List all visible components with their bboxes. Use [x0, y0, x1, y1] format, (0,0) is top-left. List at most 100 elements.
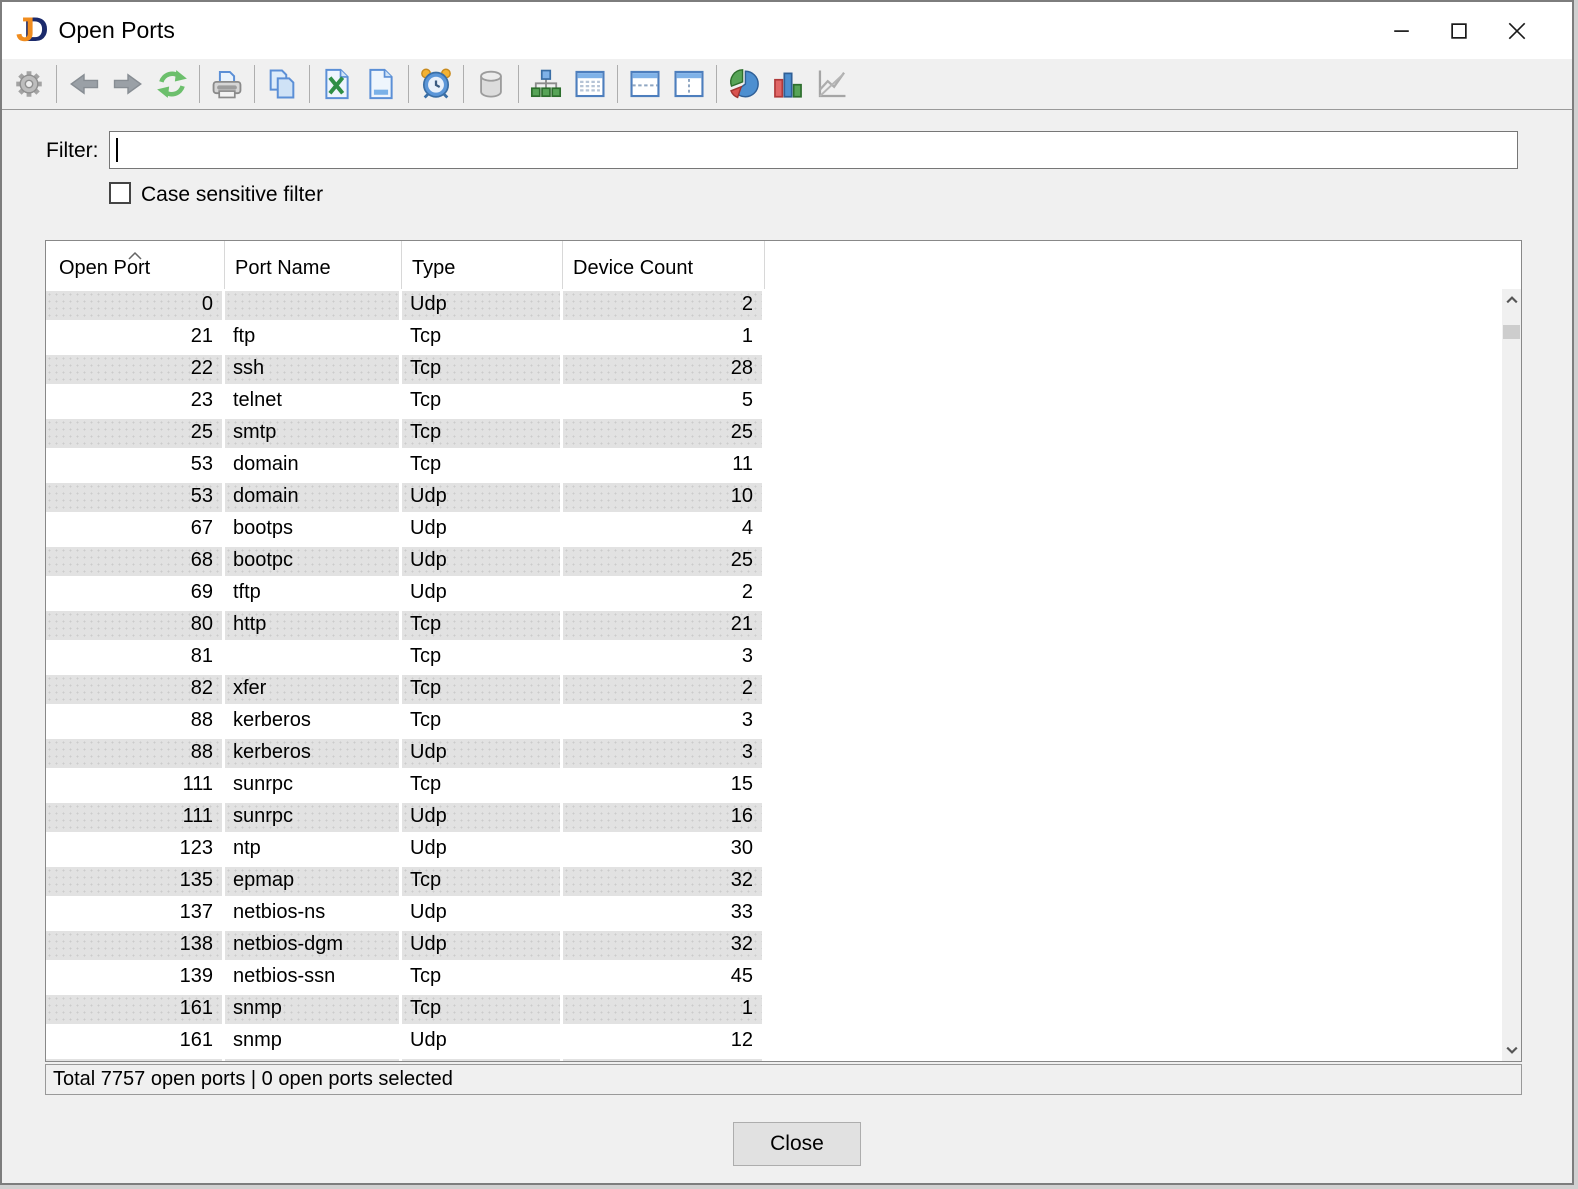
port-name-cell: kerberos: [225, 737, 402, 769]
app-logo: J D: [16, 11, 48, 50]
back-button[interactable]: [62, 62, 106, 106]
table-row[interactable]: 161 snmp Udp 12: [46, 1025, 1521, 1057]
table-row[interactable]: 81 Tcp 3: [46, 641, 1521, 673]
type-cell: Udp: [402, 897, 563, 929]
device-count-cell: 2: [563, 577, 765, 609]
table-row[interactable]: 68 bootpc Udp 25: [46, 545, 1521, 577]
report-document-icon: [369, 68, 393, 100]
device-count-cell: 25: [563, 417, 765, 449]
scroll-up-button[interactable]: [1502, 291, 1521, 309]
port-name-cell: [225, 641, 402, 673]
table-row[interactable]: 88 kerberos Tcp 3: [46, 705, 1521, 737]
scroll-down-button[interactable]: [1502, 1041, 1521, 1059]
type-cell: Tcp: [402, 385, 563, 417]
device-count-cell: 30: [563, 833, 765, 865]
print-icon: [212, 70, 242, 99]
table-row[interactable]: 135 epmap Tcp 32: [46, 865, 1521, 897]
title-bar: J D Open Ports: [2, 2, 1572, 59]
type-cell: Udp: [402, 737, 563, 769]
column-header-label: Port Name: [235, 257, 331, 279]
copy-button[interactable]: [260, 62, 304, 106]
vertical-scrollbar[interactable]: [1502, 289, 1521, 1061]
table-row[interactable]: 137 netbios-ns Udp 33: [46, 897, 1521, 929]
print-button[interactable]: [205, 62, 249, 106]
open-port-cell: 161: [46, 1025, 225, 1057]
table-row[interactable]: 53 domain Tcp 11: [46, 449, 1521, 481]
open-port-cell: 137: [46, 897, 225, 929]
split-vertical-button[interactable]: [667, 62, 711, 106]
port-name-cell: http: [225, 609, 402, 641]
table-row[interactable]: 138 netbios-dgm Udp 32: [46, 929, 1521, 961]
maximize-button[interactable]: [1430, 2, 1488, 59]
column-header-open-port[interactable]: Open Port: [46, 241, 225, 289]
row-filler: [765, 641, 1521, 673]
table-row[interactable]: 161 snmp Tcp 1: [46, 993, 1521, 1025]
case-sensitive-checkbox[interactable]: [109, 182, 131, 204]
row-filler: [765, 961, 1521, 993]
table-body: 0 Udp 2 21 ftp Tcp 1 22 ssh Tcp 28 23 telnet Tcp 5 25 sm…: [46, 289, 1521, 1061]
table-row[interactable]: 111 sunrpc Udp 16: [46, 801, 1521, 833]
table-row[interactable]: 123 ntp Udp 30: [46, 833, 1521, 865]
type-cell: Tcp: [402, 449, 563, 481]
port-name-cell: netbios-ssn: [225, 961, 402, 993]
table-row[interactable]: 69 tftp Udp 2: [46, 577, 1521, 609]
report-document-button[interactable]: [359, 62, 403, 106]
open-port-cell: 161: [46, 993, 225, 1025]
table-header: Open Port Port Name Type Device Count: [46, 241, 1521, 289]
table-row[interactable]: 80 http Tcp 21: [46, 609, 1521, 641]
row-filler: [765, 833, 1521, 865]
column-header-type[interactable]: Type: [402, 241, 563, 289]
table-row[interactable]: 21 ftp Tcp 1: [46, 321, 1521, 353]
table-row[interactable]: 23 telnet Tcp 5: [46, 385, 1521, 417]
table-row[interactable]: 25 smtp Tcp 25: [46, 417, 1521, 449]
close-window-button[interactable]: [1488, 2, 1546, 59]
toolbar-separator: [56, 65, 57, 103]
row-filler: [765, 1025, 1521, 1057]
table-row[interactable]: [46, 1057, 1521, 1061]
table-row[interactable]: 67 bootps Udp 4: [46, 513, 1521, 545]
table-row[interactable]: 0 Udp 2: [46, 289, 1521, 321]
line-chart-button[interactable]: [810, 62, 854, 106]
table-row[interactable]: 111 sunrpc Tcp 15: [46, 769, 1521, 801]
device-count-cell: 16: [563, 801, 765, 833]
schedule-button[interactable]: [414, 62, 458, 106]
port-name-cell: smtp: [225, 417, 402, 449]
topology-tree-button[interactable]: [524, 62, 568, 106]
port-name-cell: bootps: [225, 513, 402, 545]
database-button[interactable]: [469, 62, 513, 106]
type-cell: Udp: [402, 289, 563, 321]
port-name-cell: domain: [225, 449, 402, 481]
split-horizontal-button[interactable]: [623, 62, 667, 106]
filter-input[interactable]: [109, 131, 1518, 169]
device-count-cell: 4: [563, 513, 765, 545]
open-port-cell: 21: [46, 321, 225, 353]
excel-export-button[interactable]: [315, 62, 359, 106]
open-port-cell: [46, 1057, 225, 1061]
open-ports-table: Open Port Port Name Type Device Count 0 U…: [45, 240, 1522, 1062]
port-name-cell: tftp: [225, 577, 402, 609]
table-row[interactable]: 88 kerberos Udp 3: [46, 737, 1521, 769]
table-row[interactable]: 22 ssh Tcp 28: [46, 353, 1521, 385]
port-name-cell: [225, 289, 402, 321]
table-row[interactable]: 82 xfer Tcp 2: [46, 673, 1521, 705]
close-button[interactable]: Close: [733, 1122, 861, 1166]
settings-button[interactable]: [7, 62, 51, 106]
forward-button[interactable]: [106, 62, 150, 106]
schedule-alarm-icon: [421, 68, 451, 99]
pie-chart-button[interactable]: [722, 62, 766, 106]
table-row[interactable]: 139 netbios-ssn Tcp 45: [46, 961, 1521, 993]
port-name-cell: ftp: [225, 321, 402, 353]
device-count-cell: [563, 1057, 765, 1061]
open-port-cell: 53: [46, 449, 225, 481]
bar-chart-button[interactable]: [766, 62, 810, 106]
column-header-port-name[interactable]: Port Name: [225, 241, 402, 289]
column-header-filler: [765, 241, 1521, 289]
scrollbar-thumb[interactable]: [1503, 325, 1520, 339]
port-name-cell: epmap: [225, 865, 402, 897]
refresh-button[interactable]: [150, 62, 194, 106]
table-row[interactable]: 53 domain Udp 10: [46, 481, 1521, 513]
row-filler: [765, 769, 1521, 801]
minimize-button[interactable]: [1372, 2, 1430, 59]
column-header-device-count[interactable]: Device Count: [563, 241, 765, 289]
table-view-button[interactable]: [568, 62, 612, 106]
